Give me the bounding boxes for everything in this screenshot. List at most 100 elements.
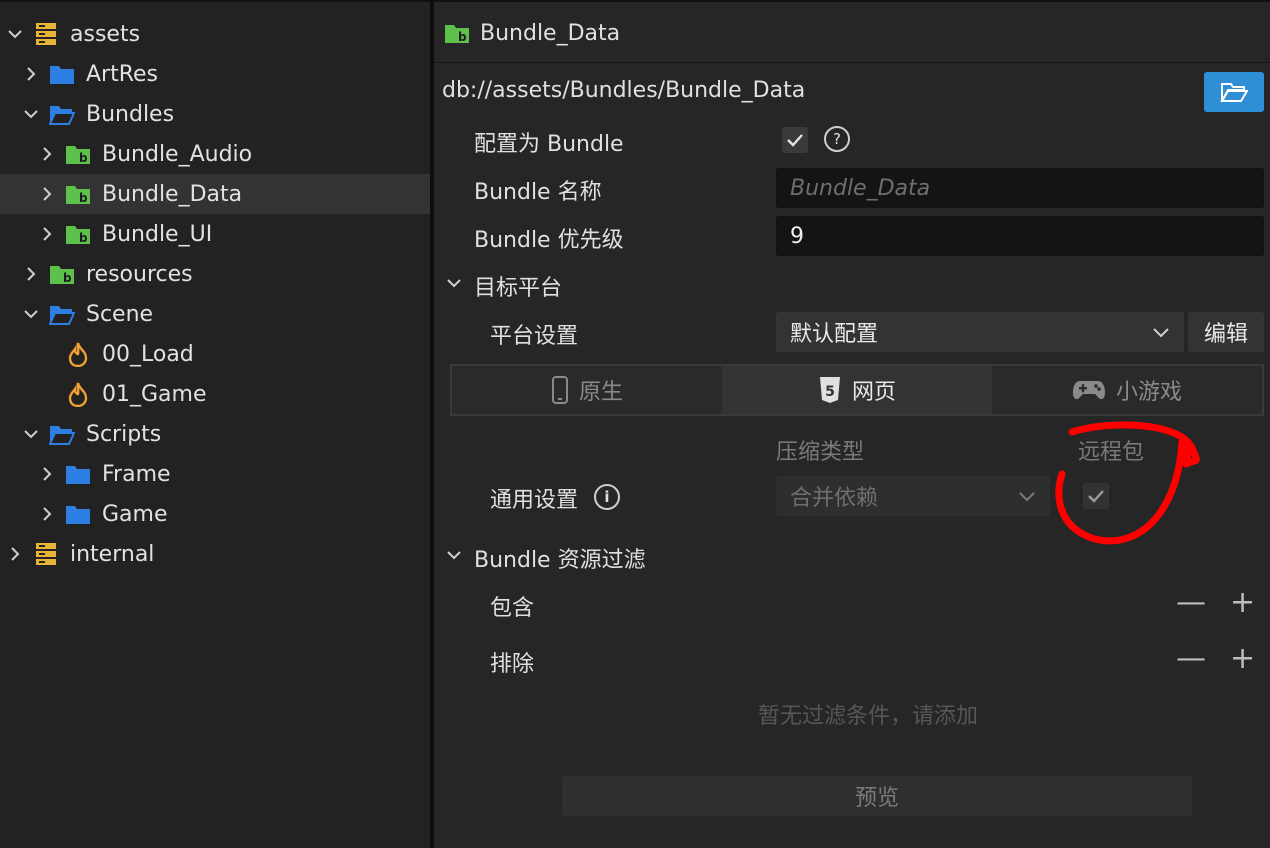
chevron-down-icon[interactable] — [22, 425, 40, 443]
include-remove-button[interactable]: — — [1176, 588, 1206, 618]
tab-web[interactable]: 5 网页 — [722, 366, 992, 414]
chevron-right-icon[interactable] — [6, 545, 24, 563]
general-settings-label: 通用设置 — [490, 488, 579, 513]
platform-tabs: 原生 5 网页 小游戏 — [450, 364, 1264, 416]
bundle-folder-icon: b — [64, 221, 92, 247]
tree-item-label: Game — [102, 501, 168, 527]
inspector-title: Bundle_Data — [480, 20, 621, 46]
database-icon — [32, 21, 60, 47]
tree-item-label: Scene — [86, 301, 154, 327]
tree-item-bundle-data[interactable]: b Bundle_Data — [0, 174, 430, 214]
chevron-right-icon[interactable] — [38, 185, 56, 203]
tab-mini-game[interactable]: 小游戏 — [992, 366, 1262, 414]
config-as-bundle-label: 配置为 Bundle — [474, 132, 624, 157]
tree-item-label: ArtRes — [86, 61, 159, 87]
chevron-right-icon[interactable] — [38, 465, 56, 483]
bundle-folder-icon: b — [64, 141, 92, 167]
tree-item-bundle-ui[interactable]: b Bundle_UI — [0, 214, 430, 254]
chevron-down-icon[interactable] — [446, 275, 462, 291]
tree-item-label: 00_Load — [102, 341, 194, 367]
chevron-down-icon[interactable] — [446, 547, 462, 563]
folder-open-icon — [1220, 83, 1248, 102]
tree-item-label: Bundle_Data — [102, 181, 243, 207]
bundle-name-input[interactable]: Bundle_Data — [776, 168, 1264, 208]
compression-value: 合并依赖 — [790, 486, 879, 511]
tree-item-label: Bundles — [86, 101, 175, 127]
tree-item-label: Bundle_UI — [102, 221, 213, 247]
tree-item-resources[interactable]: b resources — [0, 254, 430, 294]
svg-text:b: b — [458, 30, 467, 44]
tree-item-scripts[interactable]: Scripts — [0, 414, 430, 454]
target-platform-label[interactable]: 目标平台 — [474, 270, 562, 302]
edit-button[interactable]: 编辑 — [1188, 312, 1264, 352]
tab-label: 小游戏 — [1115, 380, 1182, 405]
chevron-right-icon[interactable] — [38, 225, 56, 243]
chevron-down-icon[interactable] — [22, 105, 40, 123]
platform-settings-label: 平台设置 — [490, 324, 579, 349]
chevron-down-icon — [1019, 492, 1035, 502]
chevron-down-icon[interactable] — [22, 305, 40, 323]
svg-text:b: b — [79, 231, 88, 245]
tree-item-game[interactable]: Game — [0, 494, 430, 534]
checkmark-icon — [787, 134, 803, 147]
gamepad-icon — [1072, 381, 1105, 400]
inspector-header: b Bundle_Data — [434, 4, 1270, 63]
chevron-right-icon[interactable] — [22, 265, 40, 283]
tab-label: 网页 — [851, 380, 896, 405]
platform-settings-select[interactable]: 默认配置 — [776, 312, 1184, 352]
chevron-right-icon[interactable] — [22, 65, 40, 83]
tree-item-label: assets — [70, 21, 141, 47]
help-icon[interactable]: ? — [824, 126, 850, 152]
exclude-add-button[interactable]: + — [1230, 644, 1255, 674]
chevron-down-icon[interactable] — [6, 25, 24, 43]
bundle-folder-icon: b — [444, 22, 470, 44]
folder-icon — [48, 61, 76, 87]
preview-button[interactable]: 预览 — [562, 776, 1192, 816]
svg-text:5: 5 — [825, 384, 835, 400]
filter-section-label[interactable]: Bundle 资源过滤 — [474, 542, 646, 574]
tree-item-label: Bundle_Audio — [102, 141, 253, 167]
svg-text:b: b — [79, 191, 88, 205]
chevron-right-icon[interactable] — [38, 145, 56, 163]
bundle-priority-input[interactable]: 9 — [776, 216, 1264, 256]
empty-filter-text: 暂无过滤条件，请添加 — [758, 704, 979, 729]
info-icon[interactable]: i — [594, 484, 620, 510]
tree-item-assets[interactable]: assets — [0, 14, 430, 54]
html5-icon: 5 — [819, 377, 840, 403]
bundle-folder-icon: b — [64, 181, 92, 207]
tree-item-bundles[interactable]: Bundles — [0, 94, 430, 134]
include-add-button[interactable]: + — [1230, 588, 1255, 618]
database-icon — [32, 541, 60, 567]
folder-icon — [64, 501, 92, 527]
folder-open-icon — [48, 301, 76, 327]
tree-item-00-load[interactable]: 00_Load — [0, 334, 430, 374]
tree-item-bundle-audio[interactable]: b Bundle_Audio — [0, 134, 430, 174]
chevron-right-icon[interactable] — [38, 505, 56, 523]
asset-path: db://assets/Bundles/Bundle_Data — [442, 78, 806, 103]
asset-tree-panel: assets ArtRes Bundles b Bundle_Audio b B… — [0, 0, 430, 848]
tree-item-scene[interactable]: Scene — [0, 294, 430, 334]
tab-native[interactable]: 原生 — [452, 366, 722, 414]
red-circle-annotation — [1055, 421, 1200, 545]
scene-flame-icon — [64, 341, 92, 367]
config-as-bundle-checkbox[interactable] — [782, 127, 808, 153]
svg-text:b: b — [63, 271, 72, 285]
bundle-name-label: Bundle 名称 — [474, 180, 602, 205]
tree-item-frame[interactable]: Frame — [0, 454, 430, 494]
tree-item-label: Frame — [102, 461, 171, 487]
exclude-label: 排除 — [490, 652, 535, 677]
svg-text:b: b — [79, 151, 88, 165]
phone-icon — [551, 376, 568, 404]
tree-item-artres[interactable]: ArtRes — [0, 54, 430, 94]
open-folder-button[interactable] — [1204, 72, 1264, 112]
tree-item-label: Scripts — [86, 421, 162, 447]
exclude-remove-button[interactable]: — — [1176, 644, 1206, 674]
tab-label: 原生 — [578, 380, 623, 405]
scene-flame-icon — [64, 381, 92, 407]
folder-open-icon — [48, 101, 76, 127]
tree-item-internal[interactable]: internal — [0, 534, 430, 574]
folder-open-icon — [48, 421, 76, 447]
compression-type-select[interactable]: 合并依赖 — [776, 476, 1050, 516]
include-label: 包含 — [490, 596, 535, 621]
tree-item-01-game[interactable]: 01_Game — [0, 374, 430, 414]
